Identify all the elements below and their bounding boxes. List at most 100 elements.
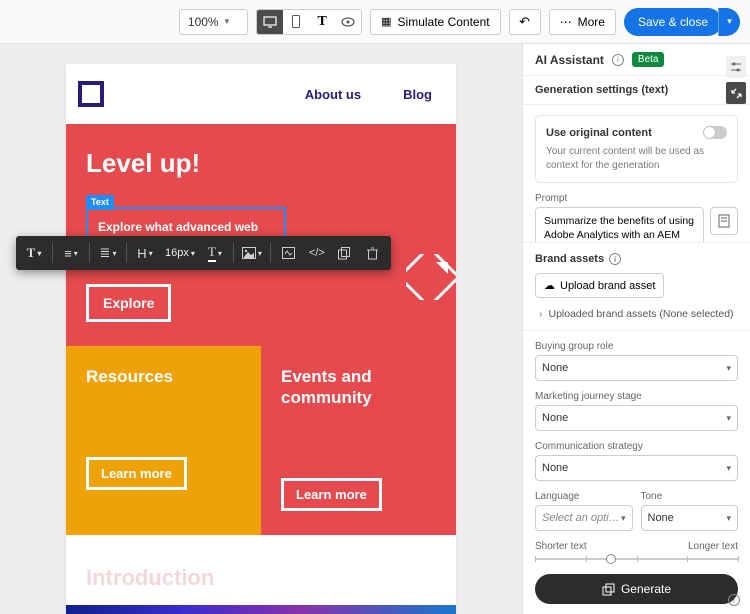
length-slider-labels: Shorter text Longer text — [535, 541, 738, 552]
image-icon — [242, 247, 256, 259]
eye-icon — [341, 17, 355, 27]
journey-select[interactable]: None ▾ — [535, 405, 738, 431]
brand-logo — [78, 81, 104, 107]
length-slider[interactable] — [535, 558, 738, 560]
save-close-button[interactable]: Save & close — [624, 8, 722, 36]
info-icon[interactable]: i — [609, 253, 621, 265]
lang-tone-row: Language Select an opti… ▾ Tone None ▾ — [535, 491, 738, 531]
save-dropdown-button[interactable]: ▾ — [718, 8, 740, 36]
info-icon: i — [728, 594, 740, 606]
trash-icon — [367, 247, 378, 260]
tone-select[interactable]: None ▾ — [641, 505, 739, 531]
desktop-view-tab[interactable] — [257, 10, 283, 34]
collapse-icon — [731, 88, 742, 99]
generate-button[interactable]: Generate — [535, 574, 738, 604]
chevron-down-icon: ▾ — [37, 249, 41, 258]
slider-thumb[interactable] — [606, 554, 616, 564]
comm-label: Communication strategy — [535, 441, 738, 452]
cards-row: Resources Learn more Events and communit… — [66, 346, 456, 536]
text-color-button[interactable]: T▾ — [203, 240, 227, 266]
panel-header: AI Assistant i Beta — [523, 44, 750, 76]
intro-heading: Introduction — [86, 565, 436, 591]
chevron-down-icon: ▾ — [112, 249, 116, 258]
preview-view-tab[interactable] — [335, 10, 361, 34]
frame-icon — [282, 247, 295, 259]
nav-blog[interactable]: Blog — [403, 87, 432, 102]
personalize-button[interactable] — [277, 240, 301, 266]
device-preview-tabs: T — [256, 9, 362, 35]
panel-title: AI Assistant — [535, 53, 604, 67]
upload-brand-asset-button[interactable]: ☁ Upload brand asset — [535, 273, 664, 298]
chevron-down-icon: ▾ — [218, 249, 222, 258]
page-icon — [717, 214, 731, 228]
uploaded-assets-row[interactable]: Uploaded brand assets (None selected) — [535, 308, 738, 320]
decorative-shape-icon — [406, 254, 456, 300]
main-area: T▾ ≡▾ ≣▾ H▾ 16px▾ T▾ ▾ </> — [0, 44, 750, 614]
resources-title: Resources — [86, 366, 241, 387]
explore-button[interactable]: Explore — [86, 284, 171, 322]
language-select[interactable]: Select an opti… ▾ — [535, 505, 633, 531]
chevron-down-icon: ▾ — [621, 513, 626, 524]
tone-label: Tone — [641, 491, 739, 502]
duplicate-button[interactable] — [333, 240, 357, 266]
prompt-library-button[interactable] — [710, 207, 738, 235]
undo-icon: ↶ — [519, 14, 530, 30]
right-rail-buttons — [726, 56, 746, 104]
mobile-view-tab[interactable] — [283, 10, 309, 34]
text-editor-toolbar: T▾ ≡▾ ≣▾ H▾ 16px▾ T▾ ▾ </> — [16, 236, 391, 270]
panel-info-icon[interactable]: i — [728, 594, 740, 606]
simulate-icon: ▦ — [381, 15, 391, 28]
undo-button[interactable]: ↶ — [509, 9, 541, 35]
prompt-input[interactable] — [535, 207, 704, 242]
events-card: Events and community Learn more — [261, 346, 456, 536]
desktop-icon — [263, 16, 277, 28]
chevron-down-icon: ▾ — [726, 363, 731, 374]
collapse-panel-button[interactable] — [726, 82, 746, 104]
text-format-button[interactable]: T▾ — [22, 240, 46, 266]
page-navigation: About us Blog — [66, 64, 456, 124]
page-canvas: About us Blog Level up! Text Explore wha… — [66, 64, 456, 614]
sliders-icon — [730, 61, 742, 73]
brand-assets-heading: Brand assets i — [535, 253, 738, 265]
list-button[interactable]: ≣▾ — [96, 240, 120, 266]
journey-label: Marketing journey stage — [535, 391, 738, 402]
buying-role-select[interactable]: None ▾ — [535, 355, 738, 381]
chevron-down-icon: ▾ — [74, 249, 78, 258]
text-view-tab[interactable]: T — [309, 10, 335, 34]
chevron-down-icon: ▾ — [726, 413, 731, 424]
zoom-select[interactable]: 100% ▾ — [179, 9, 248, 35]
intro-image — [66, 605, 456, 614]
save-label: Save & close — [638, 15, 708, 29]
align-button[interactable]: ≡▾ — [59, 240, 83, 266]
simulate-content-button[interactable]: ▦ Simulate Content — [370, 9, 500, 35]
generate-icon — [602, 583, 615, 596]
comm-select[interactable]: None ▾ — [535, 455, 738, 481]
journey-group: Marketing journey stage None ▾ — [535, 391, 738, 431]
chevron-down-icon: ▾ — [258, 249, 262, 258]
comm-group: Communication strategy None ▾ — [535, 441, 738, 481]
use-original-help: Your current content will be used as con… — [546, 145, 727, 172]
resources-learn-more-button[interactable]: Learn more — [86, 457, 187, 490]
mobile-icon — [292, 15, 300, 28]
events-learn-more-button[interactable]: Learn more — [281, 478, 382, 511]
use-original-label: Use original content — [546, 127, 652, 139]
info-icon[interactable]: i — [612, 54, 624, 66]
buying-role-group: Buying group role None ▾ — [535, 341, 738, 381]
chevron-down-icon: ▾ — [191, 249, 195, 258]
settings-sliders-button[interactable] — [726, 56, 746, 78]
image-button[interactable]: ▾ — [240, 240, 264, 266]
nav-about[interactable]: About us — [305, 87, 361, 102]
brand-assets-section: Brand assets i ☁ Upload brand asset Uplo… — [523, 242, 750, 330]
use-original-toggle[interactable] — [703, 126, 727, 139]
chevron-down-icon: ▾ — [225, 16, 230, 27]
beta-badge: Beta — [632, 52, 665, 67]
text-element-chip: Text — [86, 195, 114, 210]
delete-button[interactable] — [361, 240, 385, 266]
source-button[interactable]: </> — [305, 240, 329, 266]
heading-button[interactable]: H▾ — [133, 240, 157, 266]
resources-card: Resources Learn more — [66, 346, 261, 536]
cloud-upload-icon: ☁ — [544, 279, 555, 292]
more-button[interactable]: ⋯ More — [549, 9, 616, 35]
panel-body: Use original content Your current conten… — [523, 105, 750, 242]
font-size-select[interactable]: 16px▾ — [161, 247, 199, 259]
